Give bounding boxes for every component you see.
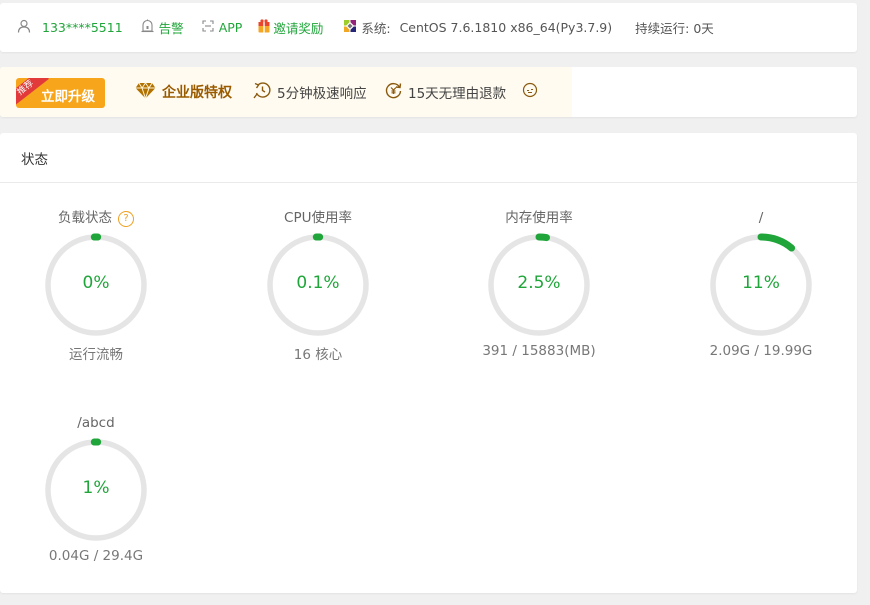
more-privilege — [522, 67, 538, 117]
refund-label: 15天无理由退款 — [408, 86, 507, 102]
system-value: CentOS 7.6.1810 x86_64(Py3.7.9) — [399, 20, 613, 35]
fast-response-label: 5分钟极速响应 — [277, 86, 367, 102]
upgrade-label: 立即升级 — [41, 89, 95, 105]
app-link[interactable]: APP — [202, 20, 243, 35]
clock-refresh-icon — [253, 81, 272, 104]
gauge-title: / — [758, 210, 764, 226]
status-card-title: 状态 — [21, 151, 48, 168]
alarm-icon — [141, 19, 154, 36]
gauge-memory[interactable]: 内存使用率 2.5% 391 / 15883(MB) — [439, 208, 639, 378]
enterprise-privilege[interactable]: 企业版特权 — [135, 67, 232, 117]
enterprise-label: 企业版特权 — [162, 85, 232, 101]
refund-policy: 15天无理由退款 — [384, 67, 506, 117]
system-info: 系统: CentOS 7.6.1810 x86_64(Py3.7.9) — [343, 18, 612, 37]
gift-icon — [258, 19, 270, 36]
gauge-title: 内存使用率 — [505, 210, 573, 226]
gauge-subtitle: 0.04G / 29.4G — [48, 548, 144, 564]
gauge-subtitle: 16 核心 — [293, 347, 343, 363]
alarm-label: 告警 — [158, 21, 184, 36]
gauge-subtitle: 2.09G / 19.99G — [709, 343, 813, 359]
user-account[interactable]: 133****5511 — [17, 19, 123, 36]
gauge-title: CPU使用率 — [284, 210, 352, 226]
qrcode-icon — [202, 20, 214, 35]
gauge-title: 负载状态? — [0, 208, 196, 228]
gauge-value: 0.1% — [296, 273, 340, 293]
gauge-value: 2.5% — [517, 273, 561, 293]
gauge-load[interactable]: 负载状态? 0% 运行流畅 — [0, 208, 196, 378]
system-label: 系统: — [361, 21, 391, 36]
gauge-value: 1% — [82, 478, 110, 498]
top-bar: 133****5511 告警 APP 邀请奖励 系统: CentOS 7.6.1… — [0, 3, 857, 52]
help-icon[interactable]: ? — [118, 211, 134, 227]
gauge-arc — [535, 233, 551, 242]
gauge-subtitle: 391 / 15883(MB) — [482, 343, 596, 359]
uptime: 持续运行: 0天 — [635, 21, 714, 36]
promo-bar: 推荐 立即升级 企业版特权 5分钟极速响应 15天无理由退款 — [0, 67, 857, 117]
upgrade-button[interactable]: 推荐 立即升级 — [16, 78, 105, 108]
gauge-title: /abcd — [77, 415, 115, 431]
alarm-link[interactable]: 告警 — [141, 18, 184, 37]
user-icon — [17, 19, 31, 36]
gauge-value: 0% — [82, 273, 110, 293]
centos-logo-icon — [343, 19, 357, 36]
app-label: APP — [218, 20, 243, 35]
refund-icon — [384, 81, 403, 104]
gauge-disk-root[interactable]: / 11% 2.09G / 19.99G — [661, 208, 861, 378]
invite-reward-link[interactable]: 邀请奖励 — [258, 18, 323, 37]
status-card: 状态 负载状态? 0% 运行流畅 CPU使用率 0.1% 16 核心 内存使用率… — [0, 133, 857, 593]
user-phone: 133****5511 — [42, 20, 123, 35]
service-icon — [522, 82, 538, 102]
gauge-title-text: 负载状态 — [58, 210, 112, 226]
invite-label: 邀请奖励 — [273, 21, 324, 36]
status-card-header: 状态 — [0, 133, 857, 183]
gauge-value: 11% — [742, 273, 780, 293]
gauge-cpu[interactable]: CPU使用率 0.1% 16 核心 — [218, 208, 418, 378]
diamond-icon — [135, 81, 156, 103]
fast-response: 5分钟极速响应 — [253, 67, 367, 117]
gauge-subtitle: 运行流畅 — [69, 347, 123, 363]
gauge-disk-abcd[interactable]: /abcd 1% 0.04G / 29.4G — [0, 413, 196, 583]
gauge-arc — [757, 233, 796, 252]
